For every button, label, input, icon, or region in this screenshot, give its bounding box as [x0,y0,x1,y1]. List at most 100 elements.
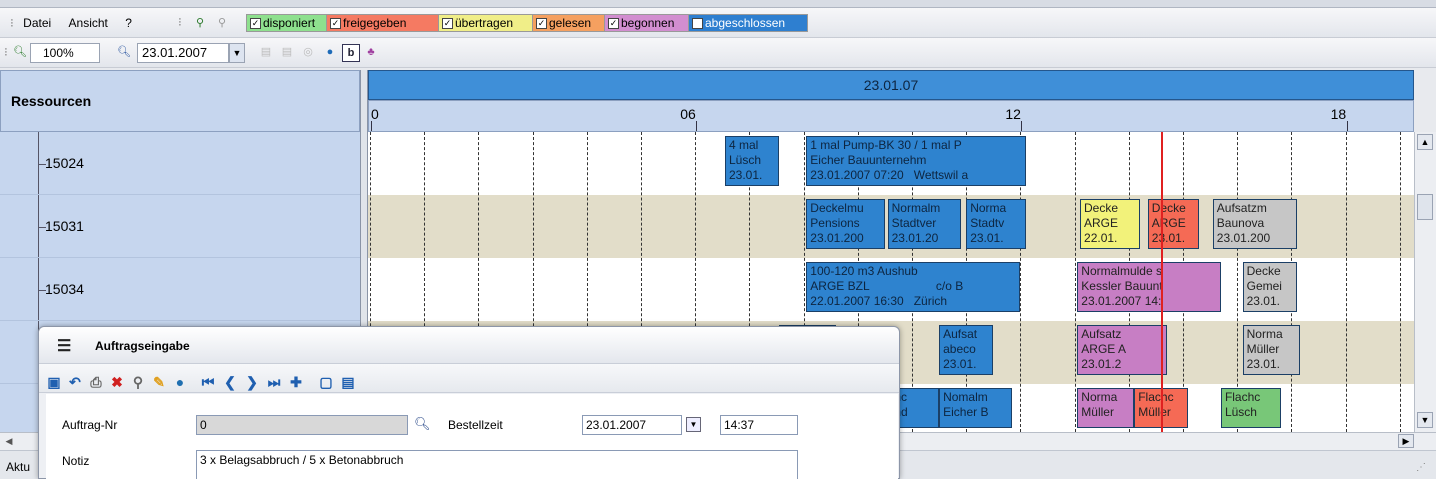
preview-icon[interactable]: ▤ [279,44,295,60]
checkbox-icon[interactable]: ✓ [250,18,261,30]
task-text: Baunova [1216,216,1265,230]
zoom-in-icon[interactable]: 🔍︎ [12,44,28,60]
legend-item[interactable]: ✓ abgeschlossen [688,14,808,32]
task-text: 23.01. [943,357,977,371]
task-bar[interactable]: Decke ARGE 22.01. [1080,199,1140,249]
scroll-thumb[interactable] [1417,194,1433,220]
filter-remove-icon[interactable]: ⚲ [214,15,230,31]
last-record-icon[interactable]: ⏭ [266,374,282,390]
globe-icon[interactable]: ● [322,44,338,60]
save-icon[interactable]: ▣ [46,374,62,390]
toolbar-grip-icon: ⁝ [178,15,182,29]
legend-item[interactable]: ✓ freigegeben [326,14,444,32]
task-bar[interactable]: 4 mal Lüsch 23.01. [725,136,780,186]
checkbox-icon[interactable]: ✓ [442,18,453,30]
legend-item[interactable]: ✓ gelesen [532,14,610,32]
note-label: Notiz [62,454,90,468]
delete-icon[interactable]: ✖ [109,374,125,390]
globe-icon[interactable]: ● [172,374,188,390]
dialog-menu-icon[interactable]: ☰ [57,336,71,356]
task-text: 1 mal Pump-BK 30 / 1 mal P [810,138,962,152]
menu-ansicht[interactable]: Ansicht [69,16,108,30]
previous-record-icon[interactable]: ❮ [222,374,238,390]
task-bar[interactable]: Aufsatzm Baunova 23.01.200 [1212,199,1297,249]
task-text: 100-120 m3 Aushub [810,264,918,278]
hour-tick [1346,121,1348,131]
undo-icon[interactable]: ↶ [67,374,83,390]
task-bar[interactable]: Norma Stadtv 23.01. [966,199,1026,249]
search-icon[interactable]: 🔍︎ [414,416,431,432]
print-icon[interactable]: ⎙ [88,374,104,390]
scroll-left-icon[interactable]: ◀ [2,434,16,448]
task-text: 23.01. [1151,231,1186,245]
task-bar[interactable]: Normalmulde s Kessler Bauunt 23.01.2007 14… [1077,262,1221,312]
task-bar[interactable]: Decke Gemei 23.01. [1242,262,1297,312]
order-nr-label: Auftrag-Nr [62,418,118,432]
task-bar[interactable]: Norma Müller [1077,388,1135,428]
hour-tick-label: 18 [1330,106,1347,122]
legend-item[interactable]: ✓ begonnen [604,14,694,32]
first-record-icon[interactable]: ⏮ [200,374,216,390]
resource-label[interactable]: 15031 [45,218,84,234]
legend-item[interactable]: ✓ disponiert [246,14,332,32]
task-text: 23.01. [1246,357,1280,371]
chevron-down-icon[interactable]: ▼ [686,417,701,432]
order-date-input[interactable]: 23.01.2007 [582,415,682,435]
zoom-level[interactable]: 100% [30,43,100,63]
checkbox-icon[interactable]: ✓ [608,18,619,30]
next-record-icon[interactable]: ❯ [244,374,260,390]
checkbox-icon[interactable]: ✓ [536,18,547,30]
broom-icon[interactable]: ✎ [151,374,167,390]
document-icon[interactable]: ▤ [340,374,356,390]
vertical-scrollbar[interactable]: ▲ ▼ [1414,132,1436,432]
resource-row-divider [0,320,360,321]
resource-label[interactable]: 15034 [45,281,84,297]
task-bar[interactable]: Flachc Lüsch [1220,388,1281,428]
menu-datei[interactable]: Datei [23,16,51,30]
grid-line [1237,132,1239,432]
task-bar[interactable]: Norma Müller 23.01. [1242,325,1300,375]
legend-item[interactable]: ✓ übertragen [438,14,538,32]
task-text: Normalmulde s [1081,264,1162,278]
task-text: 22.01.2007 16:30 Zürich [810,294,948,308]
b-icon[interactable]: b [342,44,360,62]
hour-tick-label: 12 [1005,106,1021,122]
task-bar[interactable]: Aufsatz ARGE A 23.01.2 [1077,325,1167,375]
users-icon[interactable]: ♣ [363,44,379,60]
task-bar[interactable]: 1 mal Pump-BK 30 / 1 mal P Eicher Bauunte… [806,136,1026,186]
settings-icon[interactable]: ◎ [300,44,316,60]
scroll-right-icon[interactable]: ▶ [1398,434,1414,448]
task-bar[interactable]: 100-120 m3 Aushub ARGE BZL c/o B 22.01.200… [806,262,1021,312]
toolbar-grip-icon: ⁝ [10,16,14,30]
task-text: Aufsatz [1081,327,1122,341]
dialog-titlebar[interactable]: ☰ Auftragseingabe [39,327,899,363]
filter-icon[interactable]: ⚲ [130,374,146,390]
task-bar[interactable]: Normalm Stadtver 23.01.20 [887,199,961,249]
task-text: Müller [1081,405,1114,419]
legend-label: abgeschlossen [705,16,786,30]
note-textarea[interactable]: 3 x Belagsabbruch / 5 x Betonabbruch [196,450,798,479]
order-nr-input[interactable]: 0 [196,415,408,435]
print-icon[interactable]: ▤ [258,44,274,60]
zoom-out-icon[interactable]: 🔍︎ [116,44,132,60]
dialog-toolbar [39,363,899,393]
chevron-down-icon[interactable]: ▼ [229,43,245,63]
task-bar[interactable]: Deckelmu Pensions 23.01.200 [806,199,885,249]
toolbar-grip-icon: ⁝ [4,45,8,59]
task-bar[interactable]: Nomalm Eicher B [939,388,1013,428]
task-bar[interactable]: Aufsat abeco 23.01. [939,325,994,375]
scroll-down-icon[interactable]: ▼ [1417,412,1433,428]
date-select[interactable]: 23.01.2007 [137,43,229,63]
window-icon[interactable]: ▢ [318,374,334,390]
filter-add-icon[interactable]: ⚲ [192,15,208,31]
order-time-input[interactable]: 14:37 [720,415,798,435]
checkbox-icon[interactable]: ✓ [692,18,703,30]
scroll-up-icon[interactable]: ▲ [1417,134,1433,150]
task-bar[interactable]: Decke ARGE 23.01. [1147,199,1200,249]
checkbox-icon[interactable]: ✓ [330,18,341,30]
resource-label[interactable]: 15024 [45,155,84,171]
menu-help[interactable]: ? [125,16,132,30]
menu-toolbar: ⁝ Datei Ansicht ? ⁝ ⚲ ⚲ ✓ disponiert ✓ frei… [0,8,1436,38]
add-record-icon[interactable]: ✚ [288,374,304,390]
resize-grip-icon[interactable]: ⋰ [1416,462,1426,473]
